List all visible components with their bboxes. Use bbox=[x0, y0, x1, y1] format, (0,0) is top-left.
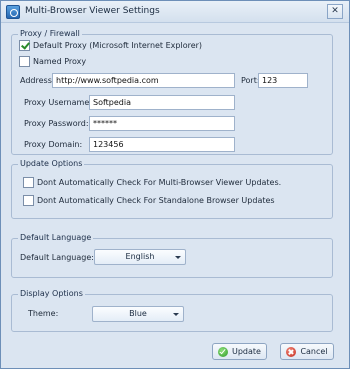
cancel-button-label: Cancel bbox=[300, 347, 328, 356]
username-input[interactable]: Softpedia bbox=[89, 95, 235, 110]
update-button-label: Update bbox=[232, 347, 261, 356]
settings-window: Multi-Browser Viewer Settings ✕ Proxy / … bbox=[0, 0, 350, 369]
update-options-legend: Update Options bbox=[18, 159, 85, 168]
update-options-group: Update Options Dont Automatically Check … bbox=[11, 159, 333, 219]
port-label: Port: bbox=[241, 76, 260, 85]
update-option-1-checkbox[interactable] bbox=[23, 176, 34, 188]
password-input[interactable]: ****** bbox=[89, 116, 235, 131]
cancel-button[interactable]: Cancel bbox=[280, 343, 334, 360]
app-icon bbox=[6, 5, 20, 19]
default-language-label: Default Language: bbox=[20, 253, 94, 262]
update-option-2[interactable]: Dont Automatically Check For Standalone … bbox=[23, 194, 275, 206]
username-label: Proxy Username: bbox=[24, 98, 92, 107]
display-options-group: Display Options Theme: Blue bbox=[11, 289, 333, 332]
check-icon bbox=[218, 346, 228, 357]
address-input[interactable]: http://www.softpedia.com bbox=[52, 73, 235, 88]
theme-dropdown[interactable]: Blue bbox=[92, 306, 184, 322]
domain-input[interactable]: 123456 bbox=[89, 137, 235, 152]
chevron-down-icon bbox=[175, 256, 181, 259]
close-button[interactable]: ✕ bbox=[327, 4, 343, 19]
default-language-group: Default Language Default Language: Engli… bbox=[11, 233, 333, 278]
named-proxy-checkbox[interactable] bbox=[19, 55, 30, 67]
port-input[interactable]: 123 bbox=[258, 73, 308, 88]
theme-label: Theme: bbox=[28, 309, 59, 318]
named-proxy-option[interactable]: Named Proxy bbox=[19, 55, 86, 67]
domain-label: Proxy Domain: bbox=[24, 140, 83, 149]
default-proxy-option[interactable]: Default Proxy (Microsoft Internet Explor… bbox=[19, 39, 202, 51]
update-button[interactable]: Update bbox=[212, 343, 267, 360]
theme-selected: Blue bbox=[129, 309, 147, 318]
title-bar: Multi-Browser Viewer Settings ✕ bbox=[1, 1, 349, 23]
update-option-2-checkbox[interactable] bbox=[23, 194, 34, 206]
proxy-legend: Proxy / Firewall bbox=[18, 29, 82, 38]
update-option-2-label: Dont Automatically Check For Standalone … bbox=[37, 195, 275, 205]
default-proxy-label: Default Proxy (Microsoft Internet Explor… bbox=[33, 40, 203, 50]
default-language-legend: Default Language bbox=[18, 233, 94, 242]
update-option-1[interactable]: Dont Automatically Check For Multi-Brows… bbox=[23, 176, 281, 188]
language-selected: English bbox=[125, 252, 155, 261]
password-label: Proxy Password: bbox=[24, 119, 89, 128]
default-proxy-checkbox[interactable] bbox=[19, 39, 30, 51]
address-label: Address: bbox=[20, 76, 55, 85]
cancel-icon bbox=[286, 346, 297, 357]
proxy-group: Proxy / Firewall Default Proxy (Microsof… bbox=[11, 29, 333, 155]
language-dropdown[interactable]: English bbox=[94, 249, 186, 265]
named-proxy-label: Named Proxy bbox=[33, 56, 87, 66]
update-option-1-label: Dont Automatically Check For Multi-Brows… bbox=[37, 177, 282, 187]
window-title: Multi-Browser Viewer Settings bbox=[25, 6, 160, 16]
chevron-down-icon bbox=[173, 313, 179, 316]
display-options-legend: Display Options bbox=[18, 289, 85, 298]
